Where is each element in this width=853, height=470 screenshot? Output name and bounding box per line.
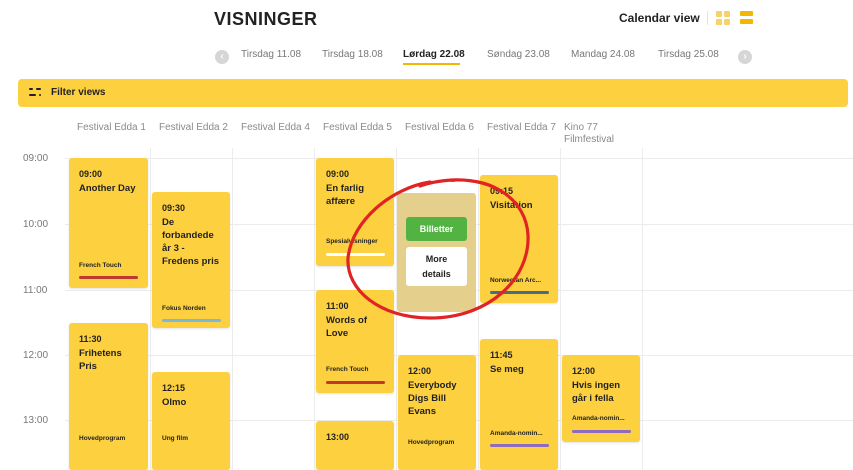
filter-sliders-icon (29, 87, 41, 98)
day-tab-tirsdag-18-08[interactable]: Tirsdag 18.08 (322, 49, 383, 60)
event-title: Hvis ingen går i fella (572, 380, 621, 404)
event-tag-color-bar (490, 291, 549, 294)
list-view-icon[interactable] (740, 11, 753, 24)
view-separator (707, 11, 708, 25)
time-label: 10:00 (23, 219, 49, 230)
venue-header: Kino 77 Filmfestival (564, 122, 615, 145)
event-tag: Hovedprogram (408, 439, 455, 446)
event-time: 12:00 (572, 366, 596, 376)
event-tag-color-bar (79, 276, 138, 279)
event-time: 09:00 (79, 169, 103, 179)
venue-header: Festival Edda 7 (487, 122, 556, 133)
grid-view-icon[interactable] (716, 11, 730, 25)
time-label: 11:00 (23, 285, 48, 296)
event-card[interactable]: 09:00 En farlig affære Spesialvisninger (316, 158, 394, 266)
venue-header: Festival Edda 1 (77, 122, 146, 133)
event-title: Another Day (79, 183, 136, 194)
venue-header: Festival Edda 4 (241, 122, 310, 133)
event-time: 13:00 (326, 432, 350, 442)
event-title: Frihetens Pris (79, 348, 122, 372)
page: VISNINGER Calendar view ‹ Tirsdag 11.08 … (0, 0, 853, 470)
calendar-view-label: Calendar view (619, 11, 700, 25)
event-card[interactable]: 12:00 Hvis ingen går i fella Amanda-nomi… (562, 355, 640, 442)
time-label: 13:00 (23, 415, 49, 426)
event-time: 09:15 (490, 186, 514, 196)
page-title: VISNINGER (214, 9, 318, 29)
event-time: 12:15 (162, 383, 186, 393)
event-tag-color-bar (326, 381, 385, 384)
event-title: De forbandede år 3 - Fredens pris (162, 217, 220, 267)
event-title: Se meg (490, 364, 524, 375)
event-time: 11:00 (326, 301, 349, 311)
more-details-label-line-1: More (425, 254, 448, 264)
active-day-underline (403, 63, 460, 65)
event-tag: French Touch (326, 366, 369, 373)
time-label: 12:00 (23, 350, 49, 361)
event-card[interactable]: 11:00 Words of Love French Touch (316, 290, 394, 393)
event-card[interactable]: 11:45 Se meg Amanda-nomin... (480, 339, 558, 470)
day-tab-tirsdag-25-08[interactable]: Tirsdag 25.08 (658, 49, 719, 60)
event-card[interactable]: 13:00 (316, 421, 394, 470)
event-tag: Ung film (162, 435, 188, 442)
event-card[interactable]: 09:00 Another Day French Touch (69, 158, 148, 288)
event-tag: Amanda-nomin... (572, 415, 625, 422)
event-time: 12:00 (408, 366, 432, 376)
event-tag: Norwegian Arc... (490, 277, 542, 284)
venue-header: Festival Edda 5 (323, 122, 392, 133)
filter-views-label: Filter views (51, 87, 106, 98)
day-tab-tirsdag-11-08[interactable]: Tirsdag 11.08 (241, 49, 301, 60)
event-tag-color-bar (490, 444, 549, 447)
event-tag-color-bar (162, 319, 221, 322)
event-tag-color-bar (326, 253, 385, 256)
event-card[interactable]: 11:30 Frihetens Pris Hovedprogram (69, 323, 148, 470)
day-tab-lordag-22-08[interactable]: Lørdag 22.08 (403, 49, 465, 60)
next-day-arrow-icon[interactable]: › (738, 50, 752, 64)
venue-header: Festival Edda 2 (159, 122, 228, 133)
filter-views-bar[interactable]: Filter views (18, 79, 848, 107)
tickets-button[interactable]: Billetter (406, 217, 467, 241)
day-tab-sondag-23-08[interactable]: Søndag 23.08 (487, 49, 550, 60)
event-card[interactable]: 12:15 Olmo Ung film (152, 372, 230, 470)
event-time: 09:30 (162, 203, 186, 213)
time-label: 09:00 (23, 153, 49, 164)
event-time: 09:00 (326, 169, 350, 179)
venue-header: Festival Edda 6 (405, 122, 474, 133)
event-tag: Amanda-nomin... (490, 430, 543, 437)
event-title: Words of Love (326, 315, 367, 339)
prev-day-arrow-icon[interactable]: ‹ (215, 50, 229, 64)
event-title: En farlig affære (326, 183, 365, 207)
event-title: Olmo (162, 397, 187, 408)
event-card[interactable]: 09:15 Visitation Norwegian Arc... (480, 175, 558, 303)
event-time: 11:30 (79, 334, 102, 344)
event-tag: Spesialvisninger (326, 238, 378, 245)
event-title: Visitation (490, 200, 533, 211)
event-card[interactable]: 12:00 Everybody Digs Bill Evans Hovedpro… (398, 355, 476, 470)
more-details-label-line-2: details (422, 269, 451, 279)
more-details-button[interactable]: More details (406, 247, 467, 286)
event-card[interactable]: 09:30 De forbandede år 3 - Fredens pris … (152, 192, 230, 328)
event-tag: Fokus Norden (162, 305, 206, 312)
event-tag-color-bar (572, 430, 631, 433)
event-time: 11:45 (490, 350, 513, 360)
event-tag: French Touch (79, 262, 122, 269)
event-tag: Hovedprogram (79, 435, 126, 442)
event-hover-card[interactable]: Billetter More details (397, 193, 476, 312)
event-title: Everybody Digs Bill Evans (408, 380, 457, 417)
day-tab-mandag-24-08[interactable]: Mandag 24.08 (571, 49, 635, 60)
